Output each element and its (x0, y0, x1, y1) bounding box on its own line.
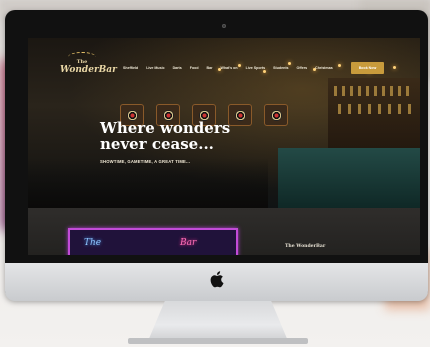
nav-item-students[interactable]: Students (273, 66, 288, 74)
neon-text-right: Bar (180, 238, 197, 248)
nav-item-live-sports[interactable]: Live Sports (246, 66, 266, 74)
logo-line2: WonderBar (60, 65, 117, 75)
neon-text-left: The (84, 238, 102, 248)
about-section: The Bar The WonderBar (28, 208, 420, 255)
hero-tagline: SHOWTIME, GAMETIME, A GREAT TIME... (100, 159, 191, 164)
nav-item-sheffield[interactable]: Sheffield (123, 66, 138, 74)
wonderbar-logo[interactable]: The WonderBar (60, 52, 117, 86)
hero-headline-line2: never cease... (100, 135, 214, 153)
floor-shadow (28, 158, 268, 208)
nav-item-food[interactable]: Food (190, 66, 199, 74)
nav-item-darts[interactable]: Darts (173, 66, 182, 74)
website-screen: The WonderBar Sheffield Live Music Darts… (28, 38, 420, 255)
imac-stand-base (128, 338, 308, 344)
hero-headline-line1: Where wonders (100, 119, 231, 137)
apple-logo-icon (210, 271, 224, 288)
bar-counter (278, 148, 420, 208)
camera-icon (222, 24, 226, 28)
book-now-button[interactable]: Book Now (351, 62, 384, 74)
nav-item-offers[interactable]: Offers (297, 66, 308, 74)
section-title: The WonderBar (285, 244, 326, 249)
nav-item-bar[interactable]: Bar (207, 66, 213, 74)
nav-item-live-music[interactable]: Live Music (146, 66, 164, 74)
imac-stand (148, 301, 288, 341)
neon-sign-image: The Bar (68, 228, 238, 255)
nav-item-christmas[interactable]: Christmas (315, 66, 333, 74)
top-nav: The WonderBar Sheffield Live Music Darts… (28, 38, 420, 78)
nav-item-whats-on[interactable]: What's on (221, 66, 238, 74)
hero-headline: Where wonders never cease... (100, 120, 260, 152)
nav-menu: Sheffield Live Music Darts Food Bar What… (123, 66, 333, 74)
hero-section: The WonderBar Sheffield Live Music Darts… (28, 38, 420, 208)
